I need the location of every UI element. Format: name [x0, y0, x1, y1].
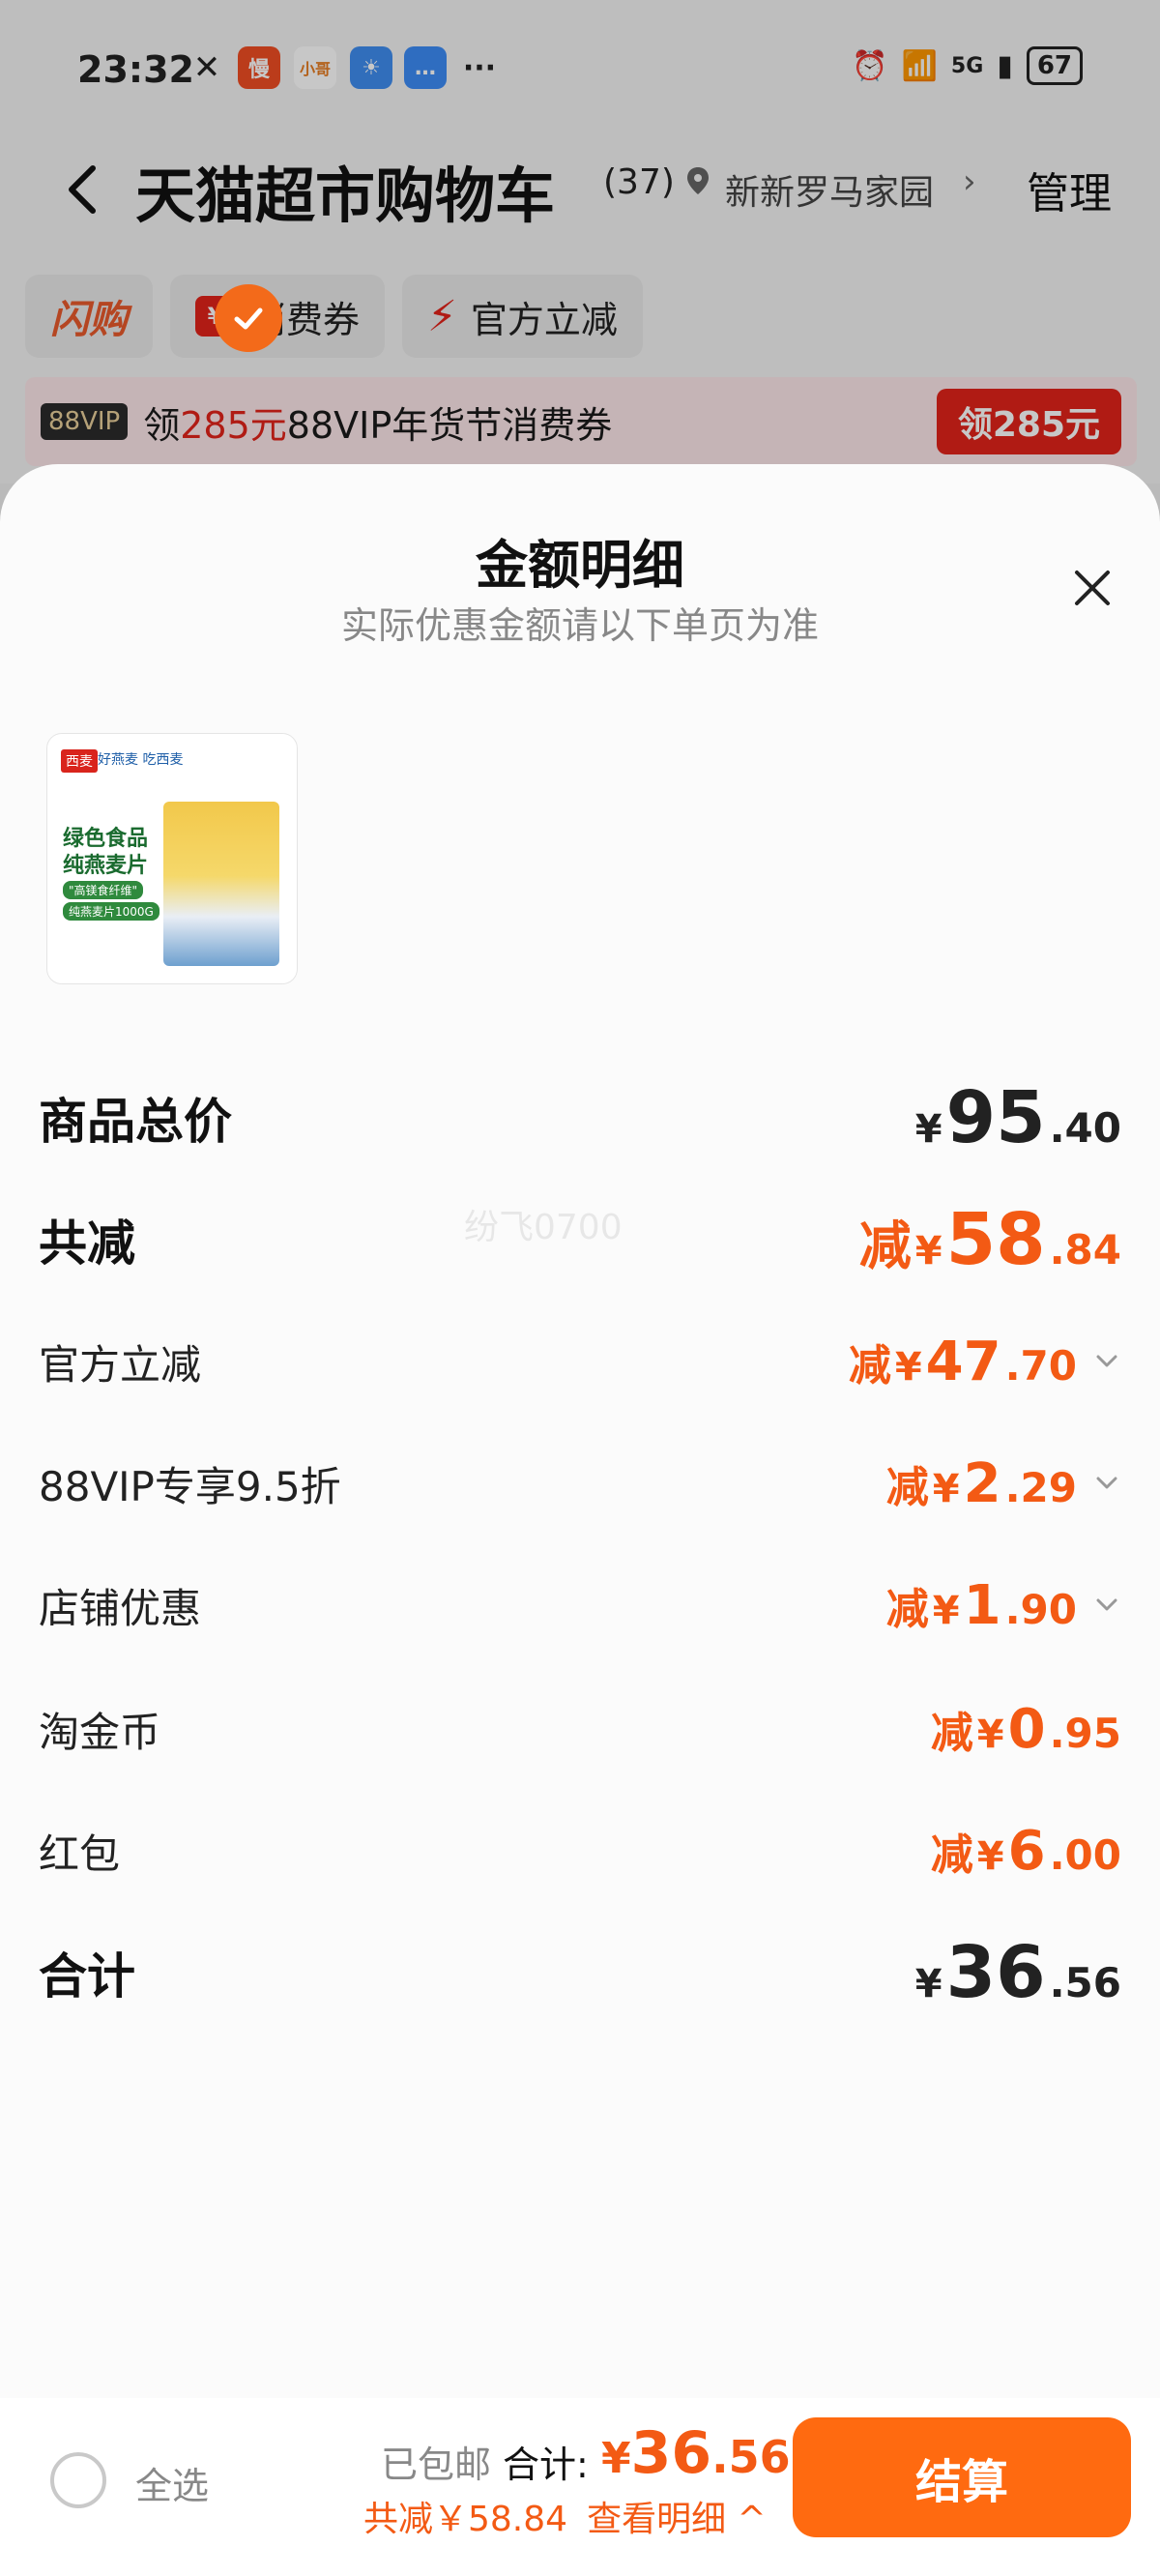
sheet-subtitle: 实际优惠金额请以下单页为准 [340, 604, 819, 647]
amount-dec: .29 [1004, 1463, 1077, 1511]
checkout-button[interactable]: 结算 [793, 2417, 1131, 2537]
chevron-down-icon [1096, 1355, 1117, 1367]
amount-int: 0 [1007, 1697, 1046, 1761]
product-thumbnail[interactable]: 西麦 好燕麦 吃西麦 绿色食品 纯燕麦片 "高镁食纤维" 纯燕麦片1000G [46, 733, 298, 984]
row-store-discount[interactable]: 店铺优惠 减 ¥ 1 .90 [39, 1566, 1121, 1644]
sheet-title: 金额明细 [476, 535, 684, 596]
currency-symbol: ¥ [976, 1712, 1004, 1757]
row-amount: 减 ¥ 58 .84 [859, 1198, 1121, 1281]
view-detail-link[interactable]: 查看明细 ^ [587, 2491, 767, 2541]
amount-int: 6 [1007, 1819, 1046, 1883]
amount-dec: .90 [1004, 1585, 1077, 1633]
discount-prefix: 减 [930, 1708, 973, 1758]
product-tag1: "高镁食纤维" [63, 881, 144, 899]
currency-symbol: ¥ [976, 1833, 1004, 1879]
row-label: 红包 [39, 1830, 121, 1878]
row-label: 共减 [39, 1215, 135, 1272]
row-subtotal: 商品总价 ¥ 95 .40 [39, 1076, 1121, 1159]
amount-detail-sheet: 金额明细 实际优惠金额请以下单页为准 西麦 好燕麦 吃西麦 绿色食品 纯燕麦片 … [0, 284, 1160, 2576]
currency-symbol: ¥ [894, 1344, 922, 1390]
product-brand-logo: 西麦 [61, 749, 98, 773]
free-shipping-label: 已包邮 [381, 2444, 492, 2486]
amount-dec: .95 [1049, 1709, 1121, 1757]
row-grand-total: 合计 ¥ 36 .56 [39, 1931, 1121, 2014]
product-slogan: 好燕麦 吃西麦 [98, 752, 184, 768]
row-label: 店铺优惠 [39, 1584, 202, 1632]
currency-symbol: ¥ [932, 1466, 960, 1511]
total-label: 合计: [503, 2444, 589, 2486]
discount-prefix: 减 [848, 1340, 891, 1390]
row-88vip-discount[interactable]: 88VIP专享9.5折 减 ¥ 2 .29 [39, 1445, 1121, 1522]
product-tag2: 纯燕麦片1000G [63, 902, 160, 921]
row-amount: 减 ¥ 47 .70 [849, 1331, 1121, 1393]
total-amount: ¥ 36 .56 [601, 2419, 791, 2487]
row-label: 88VIP专享9.5折 [39, 1462, 341, 1510]
row-label: 合计 [39, 1948, 135, 2005]
close-icon[interactable] [1067, 563, 1117, 613]
amount-int: 1 [963, 1573, 1001, 1637]
row-amount: 减 ¥ 1 .90 [886, 1574, 1121, 1637]
amount-dec: .56 [1049, 1959, 1121, 2006]
currency-symbol: ¥ [914, 1229, 942, 1273]
amount-int: 47 [925, 1330, 1001, 1393]
amount-int: 58 [945, 1198, 1046, 1281]
row-amount: 减 ¥ 6 .00 [931, 1820, 1121, 1883]
discount-prefix: 减 [858, 1215, 912, 1276]
amount-int: 2 [963, 1451, 1001, 1515]
row-label: 商品总价 [39, 1094, 232, 1150]
product-package-image [163, 802, 279, 966]
amount-dec: .40 [1049, 1104, 1121, 1152]
currency-symbol: ¥ [932, 1588, 960, 1633]
row-amount: 减 ¥ 2 .29 [886, 1452, 1121, 1515]
amount-int: 95 [945, 1076, 1046, 1159]
amount-dec: .00 [1049, 1830, 1121, 1879]
selected-check-icon[interactable] [215, 284, 282, 352]
amount-dec: .84 [1049, 1226, 1121, 1273]
currency-symbol: ¥ [601, 2434, 631, 2483]
currency-symbol: ¥ [914, 1962, 942, 2006]
chevron-down-icon [1096, 1598, 1117, 1611]
chevron-down-icon [1096, 1477, 1117, 1489]
currency-symbol: ¥ [914, 1107, 942, 1152]
row-taojinbi: 淘金币 减 ¥ 0 .95 [39, 1690, 1121, 1768]
row-official-discount[interactable]: 官方立减 减 ¥ 47 .70 [39, 1323, 1121, 1400]
amount-int: 36 [630, 2419, 712, 2487]
row-red-packet: 红包 减 ¥ 6 .00 [39, 1812, 1121, 1889]
row-label: 官方立减 [39, 1340, 202, 1389]
saved-amount: 共减￥58.84 [363, 2500, 568, 2539]
amount-int: 36 [945, 1931, 1046, 2014]
product-line2: 纯燕麦片 [63, 854, 149, 878]
amount-dec: .70 [1004, 1341, 1077, 1390]
discount-prefix: 减 [885, 1584, 929, 1634]
row-amount: 减 ¥ 0 .95 [931, 1698, 1121, 1761]
saved-summary: 共减￥58.84 查看明细 ^ [363, 2491, 767, 2541]
select-all-radio[interactable] [50, 2452, 106, 2508]
row-total-discount: 共减 减 ¥ 58 .84 [39, 1198, 1121, 1281]
row-amount: ¥ 95 .40 [915, 1076, 1121, 1159]
discount-prefix: 减 [930, 1830, 973, 1880]
discount-prefix: 减 [885, 1462, 929, 1512]
amount-dec: .56 [711, 2431, 791, 2483]
row-amount: ¥ 36 .56 [915, 1931, 1121, 2014]
select-all-label[interactable]: 全选 [135, 2456, 209, 2509]
row-label: 淘金币 [39, 1708, 161, 1756]
